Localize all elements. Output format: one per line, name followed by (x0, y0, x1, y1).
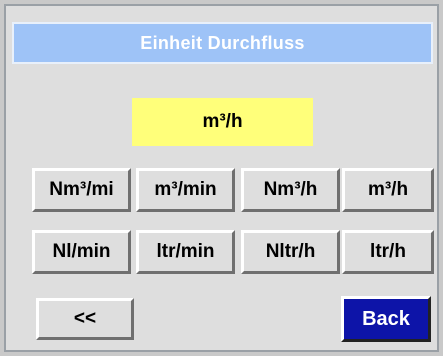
screen-title: Einheit Durchfluss (12, 22, 433, 64)
current-unit-display: m³/h (132, 98, 313, 146)
unit-button-ltr-h[interactable]: ltr/h (342, 230, 434, 274)
unit-button-nm3-min[interactable]: Nm³/mi (32, 168, 131, 212)
unit-button-m3-min[interactable]: m³/min (136, 168, 235, 212)
unit-button-nm3-h[interactable]: Nm³/h (241, 168, 340, 212)
previous-page-button[interactable]: << (36, 298, 134, 340)
back-button[interactable]: Back (341, 296, 431, 342)
unit-selection-screen: Einheit Durchfluss m³/h Nm³/mi m³/min Nm… (4, 4, 439, 352)
unit-button-nl-min[interactable]: Nl/min (32, 230, 131, 274)
unit-button-nltr-h[interactable]: Nltr/h (241, 230, 340, 274)
unit-button-ltr-min[interactable]: ltr/min (136, 230, 235, 274)
unit-button-m3-h[interactable]: m³/h (342, 168, 434, 212)
